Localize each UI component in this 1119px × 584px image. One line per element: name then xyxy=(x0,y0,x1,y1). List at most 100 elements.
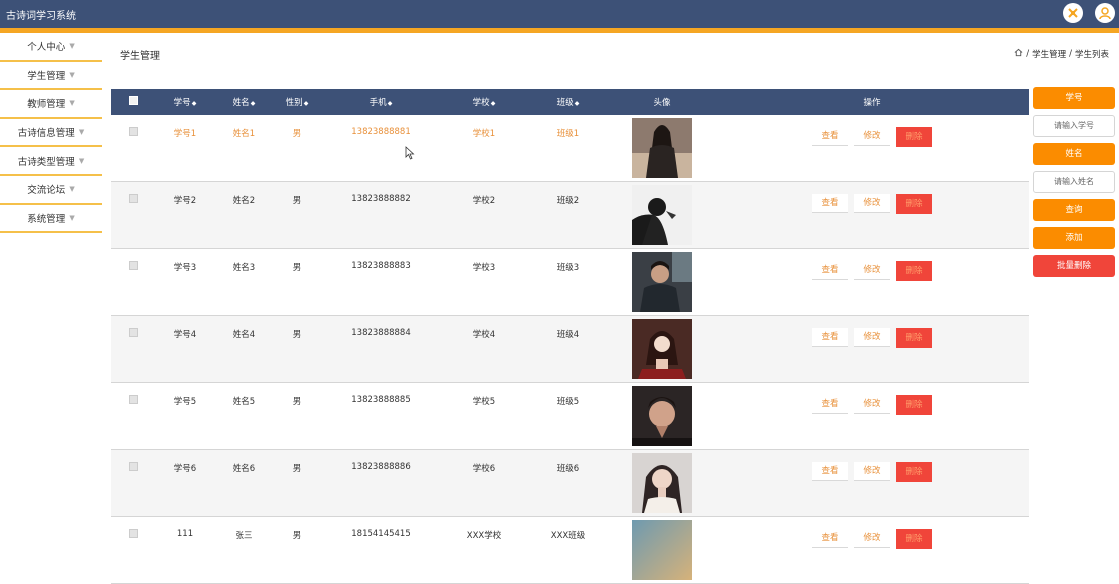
cell-school: 学校4 xyxy=(441,315,527,383)
row-checkbox[interactable] xyxy=(128,529,138,538)
delete-button[interactable]: 删除 xyxy=(896,328,932,348)
sidebar-item-poem-info-management[interactable]: 古诗信息管理 ▼ xyxy=(0,119,102,148)
home-icon[interactable] xyxy=(1014,48,1023,60)
row-checkbox[interactable] xyxy=(128,462,138,471)
avatar xyxy=(632,319,692,379)
cell-gender: 男 xyxy=(273,181,321,249)
column-header-actions: 操作 xyxy=(863,98,881,108)
breadcrumb-separator: / xyxy=(1026,49,1030,59)
column-header-gender[interactable]: 性别◆ xyxy=(273,89,321,115)
view-button[interactable]: 查看 xyxy=(812,395,848,414)
select-all-checkbox[interactable] xyxy=(128,96,138,105)
student-table: 学号◆ 姓名◆ 性别◆ 手机◆ 学校◆ 班级◆ 头像 操作 学号1 姓名1 男 … xyxy=(111,89,1029,584)
column-header-name[interactable]: 姓名◆ xyxy=(215,89,273,115)
sidebar-item-label: 学生管理 xyxy=(27,70,66,82)
table-row[interactable]: 学号1 姓名1 男 13823888881 学校1 班级1 查看 修改 删除 xyxy=(111,115,1029,182)
delete-button[interactable]: 删除 xyxy=(896,127,932,147)
chevron-down-icon: ▼ xyxy=(78,156,85,165)
row-checkbox[interactable] xyxy=(128,261,138,270)
student-id-input[interactable]: 请输入学号 xyxy=(1033,115,1115,137)
row-checkbox[interactable] xyxy=(128,328,138,337)
sidebar-item-student-management[interactable]: 学生管理 ▼ xyxy=(0,62,102,91)
cell-school: 学校6 xyxy=(441,449,527,517)
table-row[interactable]: 学号6 姓名6 男 13823888886 学校6 班级6 查看 修改 删除 xyxy=(111,449,1029,517)
cell-gender: 男 xyxy=(273,516,321,584)
cell-gender: 男 xyxy=(273,449,321,517)
avatar xyxy=(632,185,692,245)
edit-button[interactable]: 修改 xyxy=(854,127,890,146)
edit-button[interactable]: 修改 xyxy=(854,261,890,280)
student-id-label: 学号 xyxy=(1033,87,1115,109)
row-checkbox[interactable] xyxy=(128,194,138,203)
delete-button[interactable]: 删除 xyxy=(896,395,932,415)
view-button[interactable]: 查看 xyxy=(812,529,848,548)
table-row[interactable]: 学号3 姓名3 男 13823888883 学校3 班级3 查看 修改 删除 xyxy=(111,248,1029,316)
sidebar-item-teacher-management[interactable]: 教师管理 ▼ xyxy=(0,90,102,119)
batch-delete-button[interactable]: 批量删除 xyxy=(1033,255,1115,277)
chevron-down-icon: ▼ xyxy=(69,213,75,222)
table-header-row: 学号◆ 姓名◆ 性别◆ 手机◆ 学校◆ 班级◆ 头像 操作 xyxy=(111,89,1029,115)
breadcrumb-separator: / xyxy=(1069,49,1072,59)
cell-id: 学号2 xyxy=(155,181,215,249)
cell-id: 111 xyxy=(155,516,215,584)
breadcrumb-item: 学生列表 xyxy=(1074,50,1109,60)
chevron-down-icon: ▼ xyxy=(69,70,75,79)
sidebar-item-poem-type-management[interactable]: 古诗类型管理 ▼ xyxy=(0,147,102,176)
search-panel: 学号 请输入学号 姓名 请输入姓名 查询 添加 批量删除 xyxy=(1033,87,1115,283)
user-icon[interactable] xyxy=(1095,3,1115,23)
sidebar-item-forum[interactable]: 交流论坛 ▼ xyxy=(0,176,102,205)
fullscreen-icon[interactable] xyxy=(1063,3,1083,23)
edit-button[interactable]: 修改 xyxy=(854,529,890,548)
edit-button[interactable]: 修改 xyxy=(854,462,890,481)
sort-icon: ◆ xyxy=(574,100,580,107)
delete-button[interactable]: 删除 xyxy=(896,261,932,281)
table-row[interactable]: 学号4 姓名4 男 13823888884 学校4 班级4 查看 修改 删除 xyxy=(111,315,1029,383)
sidebar-item-personal-center[interactable]: 个人中心 ▼ xyxy=(0,33,102,62)
edit-button[interactable]: 修改 xyxy=(854,395,890,414)
cell-id: 学号5 xyxy=(155,382,215,450)
chevron-down-icon: ▼ xyxy=(69,42,75,51)
edit-button[interactable]: 修改 xyxy=(854,194,890,213)
cell-name: 姓名2 xyxy=(215,181,273,249)
column-header-id[interactable]: 学号◆ xyxy=(155,89,215,115)
cell-gender: 男 xyxy=(273,315,321,383)
view-button[interactable]: 查看 xyxy=(812,261,848,280)
view-button[interactable]: 查看 xyxy=(812,194,848,213)
sidebar-item-label: 教师管理 xyxy=(27,99,66,111)
delete-button[interactable]: 删除 xyxy=(896,194,932,214)
avatar xyxy=(632,520,692,580)
breadcrumb-item[interactable]: 学生管理 xyxy=(1032,48,1066,60)
add-button[interactable]: 添加 xyxy=(1033,227,1115,249)
cell-gender: 男 xyxy=(273,382,321,450)
student-name-input[interactable]: 请输入姓名 xyxy=(1033,171,1115,193)
column-header-phone[interactable]: 手机◆ xyxy=(321,89,441,115)
row-checkbox[interactable] xyxy=(128,127,138,136)
cell-name: 姓名1 xyxy=(215,115,273,182)
table-row[interactable]: 学号2 姓名2 男 13823888882 学校2 班级2 查看 修改 删除 xyxy=(111,181,1029,249)
avatar xyxy=(632,118,692,178)
view-button[interactable]: 查看 xyxy=(812,462,848,481)
sidebar-item-system-management[interactable]: 系统管理 ▼ xyxy=(0,205,102,234)
header-accent-bar xyxy=(0,28,1119,33)
edit-button[interactable]: 修改 xyxy=(854,328,890,347)
table-row[interactable]: 学号5 姓名5 男 13823888885 学校5 班级5 查看 修改 删除 xyxy=(111,382,1029,450)
sidebar: 个人中心 ▼ 学生管理 ▼ 教师管理 ▼ 古诗信息管理 ▼ 古诗类型管理 ▼ 交流论坛 ▼ … xyxy=(0,33,102,234)
cell-school: XXX学校 xyxy=(441,516,527,584)
column-header-school[interactable]: 学校◆ xyxy=(441,89,527,115)
cell-id: 学号6 xyxy=(155,449,215,517)
view-button[interactable]: 查看 xyxy=(812,127,848,146)
chevron-down-icon: ▼ xyxy=(78,128,85,137)
sort-icon: ◆ xyxy=(303,100,309,107)
delete-button[interactable]: 删除 xyxy=(896,462,932,482)
cell-name: 姓名3 xyxy=(215,248,273,316)
query-button[interactable]: 查询 xyxy=(1033,199,1115,221)
table-row[interactable]: 111 张三 男 18154145415 XXX学校 XXX班级 查看 修改 删除 xyxy=(111,516,1029,584)
column-header-class[interactable]: 班级◆ xyxy=(527,89,609,115)
delete-button[interactable]: 删除 xyxy=(896,529,932,549)
cell-phone: 13823888886 xyxy=(321,449,441,517)
row-checkbox[interactable] xyxy=(128,395,138,404)
cell-class: XXX班级 xyxy=(527,516,609,584)
cell-class: 班级2 xyxy=(527,181,609,249)
view-button[interactable]: 查看 xyxy=(812,328,848,347)
sort-icon: ◆ xyxy=(387,100,393,107)
